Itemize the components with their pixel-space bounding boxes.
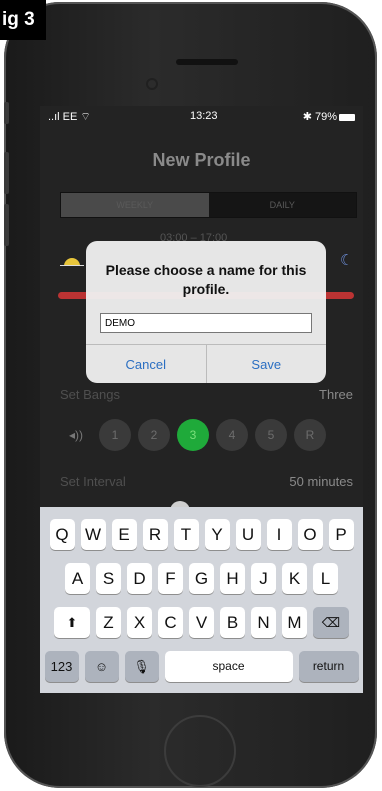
key-j[interactable]: J	[251, 563, 276, 594]
profile-name-input[interactable]	[100, 313, 312, 333]
status-time: 13:23	[190, 110, 218, 122]
key-e[interactable]: E	[111, 519, 137, 550]
phone-frame: ..ıl EE ⌔ 13:23 ✱ 79% New Profile WEEKLY…	[4, 2, 377, 788]
moon-icon: ☾	[340, 252, 354, 269]
key-q[interactable]: Q	[49, 519, 75, 550]
backspace-key-icon[interactable]: ⌫	[313, 607, 349, 638]
key-z[interactable]: Z	[96, 607, 121, 638]
alert-buttons: Cancel Save	[86, 344, 326, 383]
keyboard-row-1: Q W E R T Y U I O P	[40, 519, 363, 550]
key-h[interactable]: H	[220, 563, 245, 594]
key-c[interactable]: C	[158, 607, 183, 638]
sunrise-icon	[60, 258, 84, 266]
return-key[interactable]: return	[298, 651, 359, 682]
phone-screen: ..ıl EE ⌔ 13:23 ✱ 79% New Profile WEEKLY…	[40, 106, 363, 693]
earpiece-speaker	[176, 59, 238, 65]
key-n[interactable]: N	[251, 607, 276, 638]
space-key[interactable]: space	[164, 651, 293, 682]
key-m[interactable]: M	[282, 607, 307, 638]
keyboard: Q W E R T Y U I O P A S D F G H J K L ⬆ …	[40, 507, 363, 693]
key-d[interactable]: D	[127, 563, 152, 594]
status-bar: ..ıl EE ⌔ 13:23 ✱ 79%	[40, 106, 363, 128]
bang-option-3[interactable]: 3	[177, 419, 209, 451]
key-s[interactable]: S	[96, 563, 121, 594]
volume-up-button	[4, 152, 9, 194]
key-y[interactable]: Y	[204, 519, 230, 550]
sound-icon[interactable]: ◂))	[60, 428, 92, 442]
key-v[interactable]: V	[189, 607, 214, 638]
name-profile-alert: Please choose a name for this profile. C…	[86, 241, 326, 383]
key-t[interactable]: T	[173, 519, 199, 550]
cancel-button[interactable]: Cancel	[86, 345, 207, 383]
key-k[interactable]: K	[282, 563, 307, 594]
tab-weekly[interactable]: WEEKLY	[61, 193, 209, 217]
emoji-key-icon[interactable]: ☺	[84, 651, 119, 682]
bang-selector: ◂)) 1 2 3 4 5 R	[60, 419, 326, 451]
battery-icon	[339, 113, 355, 121]
schedule-segmented-control[interactable]: WEEKLY DAILY	[60, 192, 357, 218]
key-a[interactable]: A	[65, 563, 90, 594]
key-b[interactable]: B	[220, 607, 245, 638]
bang-option-1[interactable]: 1	[99, 419, 131, 451]
key-i[interactable]: I	[266, 519, 292, 550]
carrier-signal: ..ıl EE ⌔	[48, 111, 91, 123]
numbers-key[interactable]: 123	[44, 651, 79, 682]
set-interval-value: 50 minutes	[289, 474, 353, 489]
key-g[interactable]: G	[189, 563, 214, 594]
page-title: New Profile	[152, 150, 251, 170]
key-x[interactable]: X	[127, 607, 152, 638]
save-button[interactable]: Save	[207, 345, 327, 383]
alert-message: Please choose a name for this profile.	[105, 262, 307, 297]
home-button[interactable]	[164, 715, 236, 787]
microphone-key-icon[interactable]: 🎙	[124, 651, 159, 682]
battery-status: ✱ 79%	[303, 110, 355, 123]
keyboard-row-2: A S D F G H J K L	[40, 563, 363, 594]
key-l[interactable]: L	[313, 563, 338, 594]
key-f[interactable]: F	[158, 563, 183, 594]
shift-key-icon[interactable]: ⬆	[54, 607, 90, 638]
volume-down-button	[4, 204, 9, 246]
tab-daily[interactable]: DAILY	[208, 193, 356, 217]
key-u[interactable]: U	[235, 519, 261, 550]
figure-label: ig 3	[0, 0, 46, 40]
set-bangs-value: Three	[319, 387, 353, 402]
bang-option-r[interactable]: R	[294, 419, 326, 451]
bang-option-5[interactable]: 5	[255, 419, 287, 451]
set-bangs-label: Set Bangs	[60, 387, 120, 402]
bang-option-2[interactable]: 2	[138, 419, 170, 451]
key-p[interactable]: P	[328, 519, 354, 550]
battery-text: ✱ 79%	[302, 111, 337, 123]
key-r[interactable]: R	[142, 519, 168, 550]
keyboard-row-4: 123 ☺ 🎙 space return	[40, 651, 363, 682]
set-interval-label: Set Interval	[60, 474, 126, 489]
front-camera	[148, 80, 156, 88]
key-o[interactable]: O	[297, 519, 323, 550]
key-w[interactable]: W	[80, 519, 106, 550]
mute-switch	[4, 102, 9, 124]
keyboard-row-3: ⬆ Z X C V B N M ⌫	[40, 607, 363, 638]
bang-option-4[interactable]: 4	[216, 419, 248, 451]
